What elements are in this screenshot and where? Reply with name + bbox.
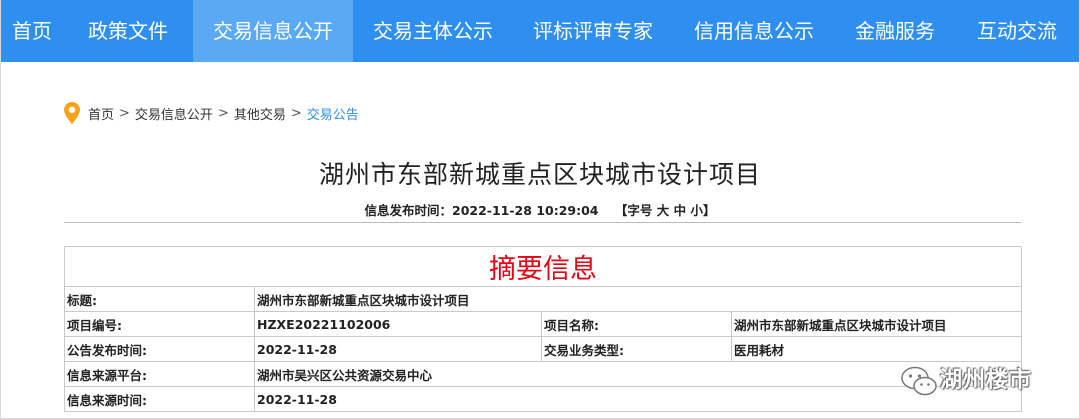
table-row: 项目编号: HZXE20221102006 项目名称: 湖州市东部新城重点区块城… [64,311,1022,337]
location-pin-icon [64,102,80,124]
font-size-small[interactable]: 小】 [690,203,715,218]
summary-heading: 摘要信息 [64,246,1022,287]
title-label: 标题: [64,286,255,312]
page-title: 湖州市东部新城重点区块城市设计项目 [318,160,761,189]
publish-time: 2022-11-28 10:29:04 [452,203,599,218]
table-row: 公告发布时间: 2022-11-28 交易业务类型: 医用耗材 [64,336,1022,362]
font-size-label: 【字号 [614,203,653,218]
watermark: 湖州楼市 [900,360,1075,410]
breadcrumb-separator: > [217,105,229,121]
publish-label: 信息发布时间： [364,203,452,218]
business-type-label: 交易业务类型: [541,336,732,362]
breadcrumb-separator: > [119,105,130,121]
nav-item-policy[interactable]: 政策文件 [63,0,193,62]
nav-item-interaction[interactable]: 互动交流 [955,0,1079,62]
breadcrumb-separator: > [290,105,302,121]
table-row: 标题: 湖州市东部新城重点区块城市设计项目 [64,286,1022,312]
breadcrumb-other-trade[interactable]: 其他交易 [234,104,286,123]
nav-item-credit[interactable]: 信用信息公示 [673,0,835,62]
font-size-large[interactable]: 大 [657,203,670,218]
project-number-value: HZXE20221102006 [254,311,542,337]
publish-meta: 信息发布时间：2022-11-28 10:29:04 【字号 大 中 小】 [0,200,1080,219]
summary-table: 摘要信息 标题: 湖州市东部新城重点区块城市设计项目 项目编号: HZXE202… [64,246,1022,412]
breadcrumb-home[interactable]: 首页 [88,104,114,123]
table-row: 信息来源平台: 湖州市吴兴区公共资源交易中心 [64,361,1022,387]
table-row: 信息来源时间: 2022-11-28 [64,386,1022,412]
announce-time-value: 2022-11-28 [254,336,542,362]
business-type-value: 医用耗材 [731,336,1022,362]
breadcrumb: 首页 > 交易信息公开 > 其他交易 > 交易公告 [64,102,359,124]
project-name-value: 湖州市东部新城重点区块城市设计项目 [731,311,1022,337]
nav-item-trade-subject[interactable]: 交易主体公示 [353,0,513,62]
nav-item-trade-info[interactable]: 交易信息公开 [193,0,353,62]
breadcrumb-trade-info[interactable]: 交易信息公开 [135,104,213,123]
nav-item-experts[interactable]: 评标评审专家 [513,0,673,62]
wechat-icon [901,366,937,396]
divider [64,222,1021,223]
title-value: 湖州市东部新城重点区块城市设计项目 [254,286,1022,312]
source-platform-label: 信息来源平台: [64,361,255,387]
project-number-label: 项目编号: [64,311,255,337]
nav-item-finance[interactable]: 金融服务 [835,0,955,62]
main-nav: 首页 政策文件 交易信息公开 交易主体公示 评标评审专家 信用信息公示 金融服务… [1,0,1079,62]
project-name-label: 项目名称: [541,311,732,337]
announce-time-label: 公告发布时间: [64,336,255,362]
nav-item-home[interactable]: 首页 [1,0,63,62]
font-size-medium[interactable]: 中 [674,203,687,218]
watermark-text: 湖州楼市 [940,368,1033,393]
breadcrumb-current[interactable]: 交易公告 [307,104,359,123]
source-time-label: 信息来源时间: [64,386,255,412]
